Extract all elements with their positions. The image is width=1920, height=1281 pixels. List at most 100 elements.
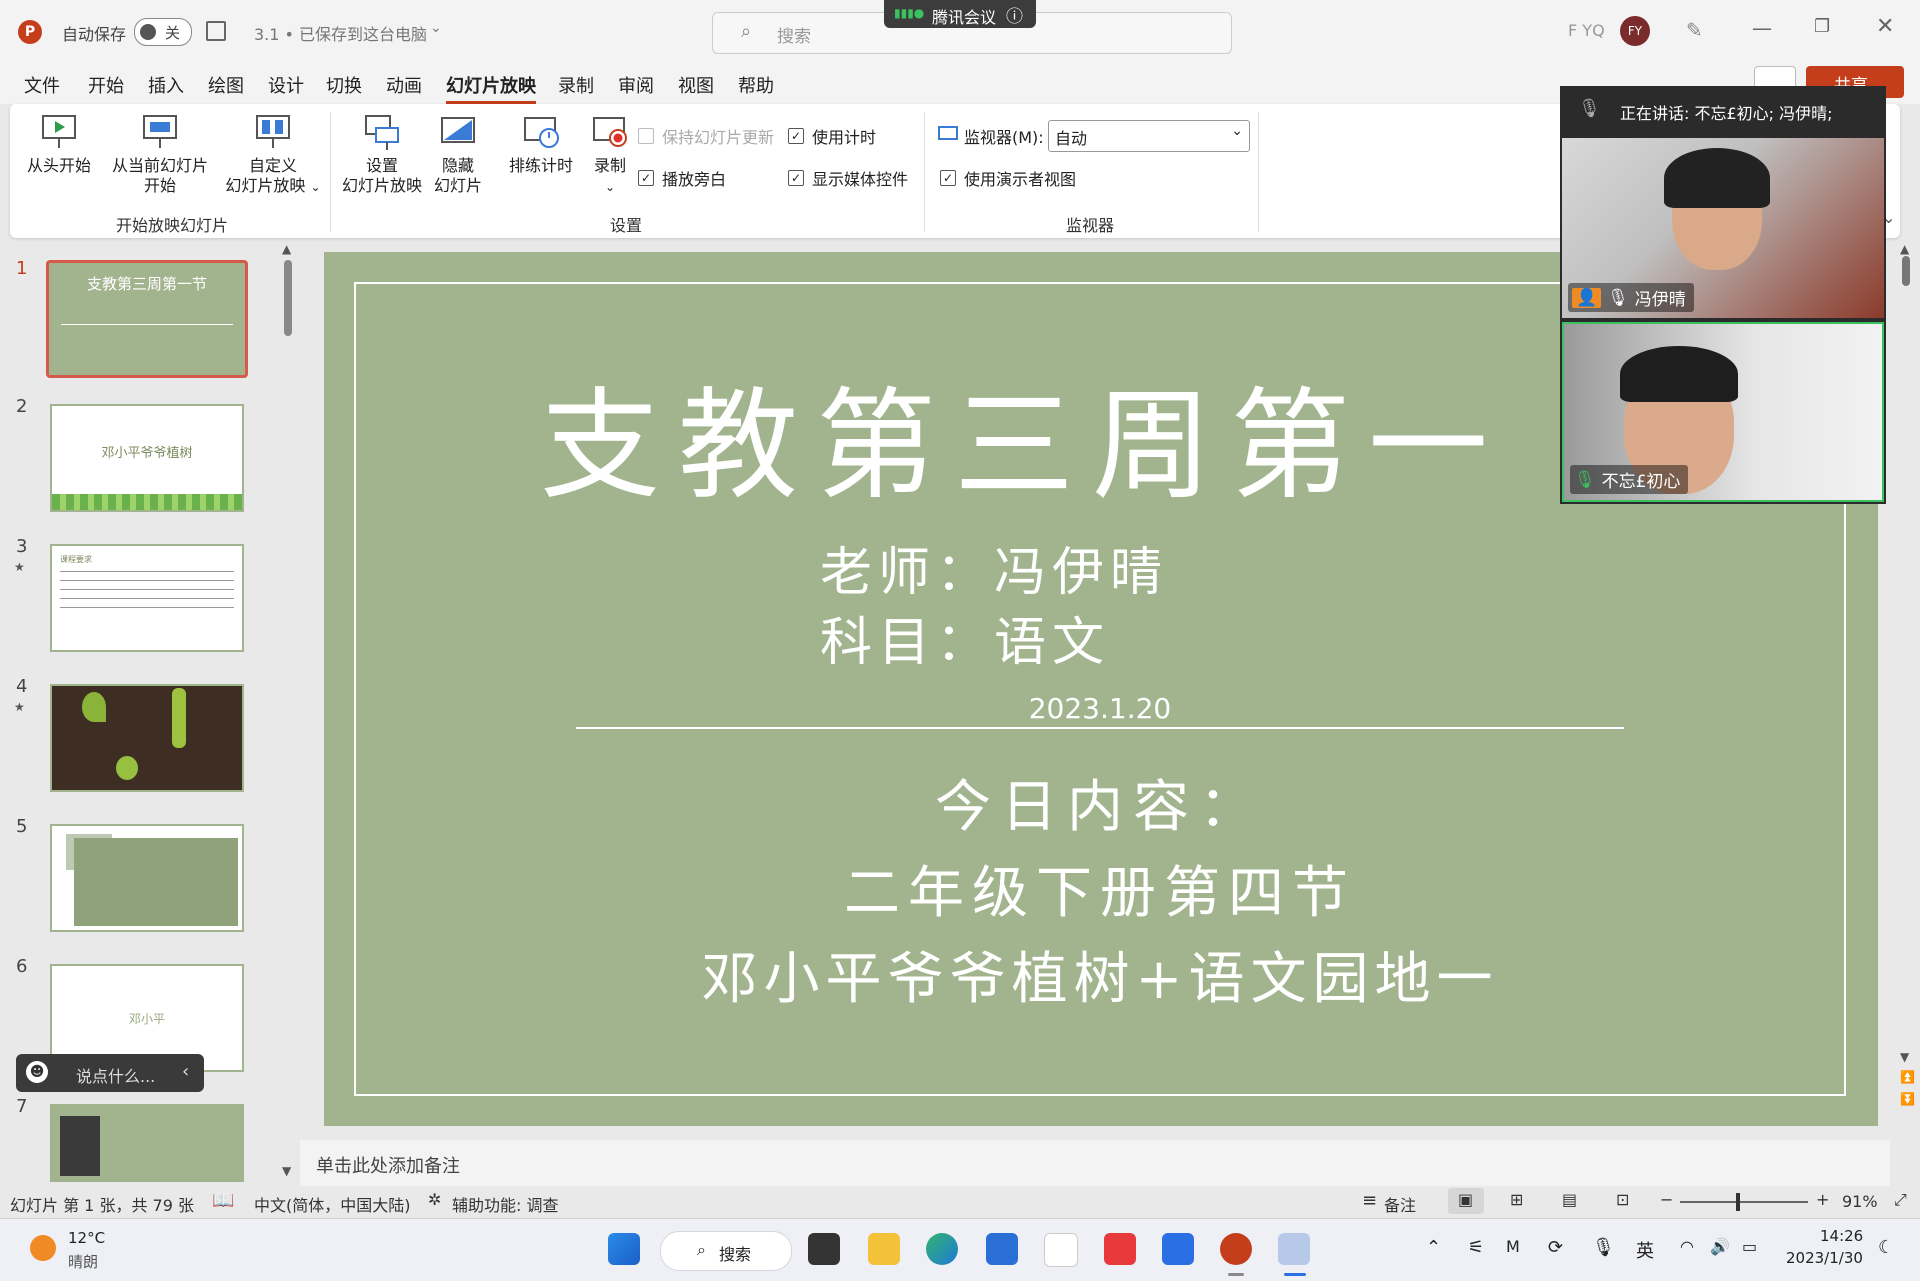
language-indicator[interactable]: 中文(简体，中国大陆)	[254, 1192, 411, 1216]
autosave-toggle[interactable]: 关	[134, 18, 192, 46]
tab-animations[interactable]: 动画	[386, 72, 422, 98]
record-button[interactable]: 录制 ⌄	[582, 112, 638, 197]
taskbar-search[interactable]: ⌕ 搜索	[660, 1231, 792, 1271]
file-explorer-icon[interactable]	[868, 1233, 900, 1265]
meeting-badge[interactable]: ▮▮▮● 腾讯会议 ⓘ	[884, 0, 1036, 28]
spellcheck-icon[interactable]: 📖	[212, 1190, 234, 1211]
fit-to-window-icon[interactable]: ⤢	[1894, 1190, 1907, 1210]
slide-scrollbar[interactable]: ▲ ▼ ⏫ ⏬	[1898, 242, 1915, 1122]
slide-counter[interactable]: 幻灯片 第 1 张，共 79 张	[10, 1192, 194, 1216]
restore-icon[interactable]: ❐	[1814, 16, 1830, 37]
zoom-slider-handle[interactable]	[1736, 1193, 1740, 1211]
slide-line2[interactable]: 邓小平爷爷植树+语文园地一	[620, 934, 1580, 1015]
accessibility-icon[interactable]: ✲	[428, 1190, 441, 1209]
notes-toggle-button[interactable]: 备注	[1384, 1192, 1416, 1216]
windows-start-icon[interactable]	[608, 1233, 640, 1265]
slide-thumbnail-4[interactable]	[50, 684, 244, 792]
weather-condition[interactable]: 晴朗	[68, 1251, 98, 1272]
scroll-up-icon[interactable]: ▲	[282, 242, 291, 256]
tab-view[interactable]: 视图	[678, 72, 714, 98]
task-view-icon[interactable]	[808, 1233, 840, 1265]
tab-design[interactable]: 设计	[268, 72, 304, 98]
scroll-thumb[interactable]	[284, 260, 292, 336]
huawei-app-icon[interactable]	[1104, 1233, 1136, 1265]
clock-date[interactable]: 2023/1/30	[1786, 1249, 1863, 1267]
tray-sync-icon[interactable]: ⟳	[1548, 1237, 1563, 1258]
collapse-chevron-icon[interactable]: ‹	[182, 1061, 189, 1082]
from-current-button[interactable]: 从当前幻灯片 开始	[102, 112, 218, 196]
battery-icon[interactable]: ▭	[1742, 1237, 1757, 1256]
keep-updated-checkbox[interactable]: 保持幻灯片更新	[638, 124, 774, 148]
snipping-tool-icon[interactable]	[1278, 1233, 1310, 1265]
slide-thumbnail-2[interactable]: 邓小平爷爷植树	[50, 404, 244, 512]
slide-thumbnail-7[interactable]	[50, 1104, 244, 1182]
slide-thumbnail-5[interactable]	[50, 824, 244, 932]
notes-pane[interactable]: 单击此处添加备注	[300, 1140, 1890, 1186]
weather-sun-icon[interactable]	[30, 1235, 56, 1261]
mail-app-icon[interactable]	[1044, 1233, 1078, 1267]
tab-draw[interactable]: 绘图	[208, 72, 244, 98]
pen-icon[interactable]: ✎	[1686, 18, 1703, 42]
use-timings-checkbox[interactable]: ✓ 使用计时	[788, 124, 876, 148]
slide-today-label[interactable]: 今日内容：	[800, 762, 1400, 843]
rehearse-timings-button[interactable]: 排练计时	[504, 112, 578, 176]
scroll-down-icon[interactable]: ▼	[1900, 1050, 1909, 1064]
slide-teacher[interactable]: 老师：冯伊晴	[820, 530, 1420, 605]
tab-home[interactable]: 开始	[88, 72, 124, 98]
tab-slideshow[interactable]: 幻灯片放映	[446, 72, 536, 104]
reading-view-icon[interactable]: ▤	[1562, 1190, 1577, 1209]
tray-settings-icon[interactable]: ⚟	[1468, 1237, 1484, 1258]
volume-icon[interactable]: 🔊	[1710, 1237, 1730, 1256]
play-narration-checkbox[interactable]: ✓ 播放旁白	[638, 166, 726, 190]
slide-date[interactable]: 2023.1.20	[900, 692, 1300, 725]
tab-file[interactable]: 文件	[24, 72, 60, 98]
thumbnail-scrollbar[interactable]: ▲ ▼	[282, 242, 294, 1182]
slide-title[interactable]: 支教第三周第一	[540, 348, 1620, 522]
video-tile-participant1[interactable]: 👤 🎙 冯伊晴	[1562, 138, 1884, 318]
info-icon[interactable]: ⓘ	[1006, 2, 1023, 27]
slide-line1[interactable]: 二年级下册第四节	[700, 848, 1500, 929]
scroll-up-icon[interactable]: ▲	[1900, 242, 1909, 256]
close-icon[interactable]: ✕	[1876, 14, 1894, 39]
slide-subject[interactable]: 科目：语文	[820, 600, 1420, 675]
tray-chevron-up-icon[interactable]: ⌃	[1426, 1237, 1441, 1258]
slide-thumbnail-1[interactable]: 支教第三周第一节	[46, 260, 248, 378]
avatar[interactable]: FY	[1620, 16, 1650, 46]
zoom-level[interactable]: 91%	[1842, 1192, 1878, 1211]
minimize-icon[interactable]: —	[1752, 16, 1772, 40]
document-title[interactable]: 3.1 • 已保存到这台电脑	[254, 21, 427, 45]
scroll-thumb[interactable]	[1902, 256, 1910, 286]
hide-slide-button[interactable]: 隐藏 幻灯片	[428, 112, 488, 196]
video-tile-participant2[interactable]: 🎙 不忘£初心	[1562, 322, 1884, 502]
tray-mail-icon[interactable]: M	[1506, 1237, 1520, 1256]
tab-record[interactable]: 录制	[558, 72, 594, 98]
ime-indicator[interactable]: 英	[1636, 1237, 1654, 1263]
tencent-meeting-icon[interactable]	[1162, 1233, 1194, 1265]
zoom-out-icon[interactable]: −	[1660, 1190, 1673, 1209]
wifi-icon[interactable]: ◠	[1680, 1237, 1694, 1256]
next-slide-icon[interactable]: ⏬	[1900, 1092, 1915, 1106]
prev-slide-icon[interactable]: ⏫	[1900, 1070, 1915, 1084]
slideshow-view-icon[interactable]: ⊡	[1616, 1190, 1629, 1209]
tab-help[interactable]: 帮助	[738, 72, 774, 98]
scroll-down-icon[interactable]: ▼	[282, 1164, 291, 1178]
show-media-checkbox[interactable]: ✓ 显示媒体控件	[788, 166, 908, 190]
tray-microphone-icon[interactable]: 🎙	[1592, 1237, 1615, 1258]
from-beginning-button[interactable]: 从头开始	[26, 112, 92, 176]
setup-slideshow-button[interactable]: 设置 幻灯片放映	[340, 112, 424, 196]
chat-input-bubble[interactable]: ☻ 说点什么... ‹	[16, 1054, 204, 1092]
tab-transitions[interactable]: 切换	[326, 72, 362, 98]
zoom-slider[interactable]	[1680, 1193, 1808, 1211]
zoom-in-icon[interactable]: +	[1816, 1190, 1829, 1209]
edge-browser-icon[interactable]	[926, 1233, 958, 1265]
powerpoint-taskbar-icon[interactable]	[1220, 1233, 1252, 1265]
custom-slideshow-button[interactable]: 自定义 幻灯片放映 ⌄	[220, 112, 326, 197]
monitor-select[interactable]: 自动 ⌄	[1048, 120, 1250, 152]
slide-sorter-icon[interactable]: ⊞	[1510, 1190, 1523, 1209]
clock-time[interactable]: 14:26	[1820, 1227, 1863, 1245]
accessibility-status[interactable]: 辅助功能: 调查	[452, 1192, 558, 1216]
slide-thumbnail-3[interactable]: 课程要求	[50, 544, 244, 652]
tab-review[interactable]: 审阅	[618, 72, 654, 98]
weather-temperature[interactable]: 12°C	[68, 1229, 105, 1247]
notes-icon[interactable]: ≡	[1362, 1190, 1377, 1211]
